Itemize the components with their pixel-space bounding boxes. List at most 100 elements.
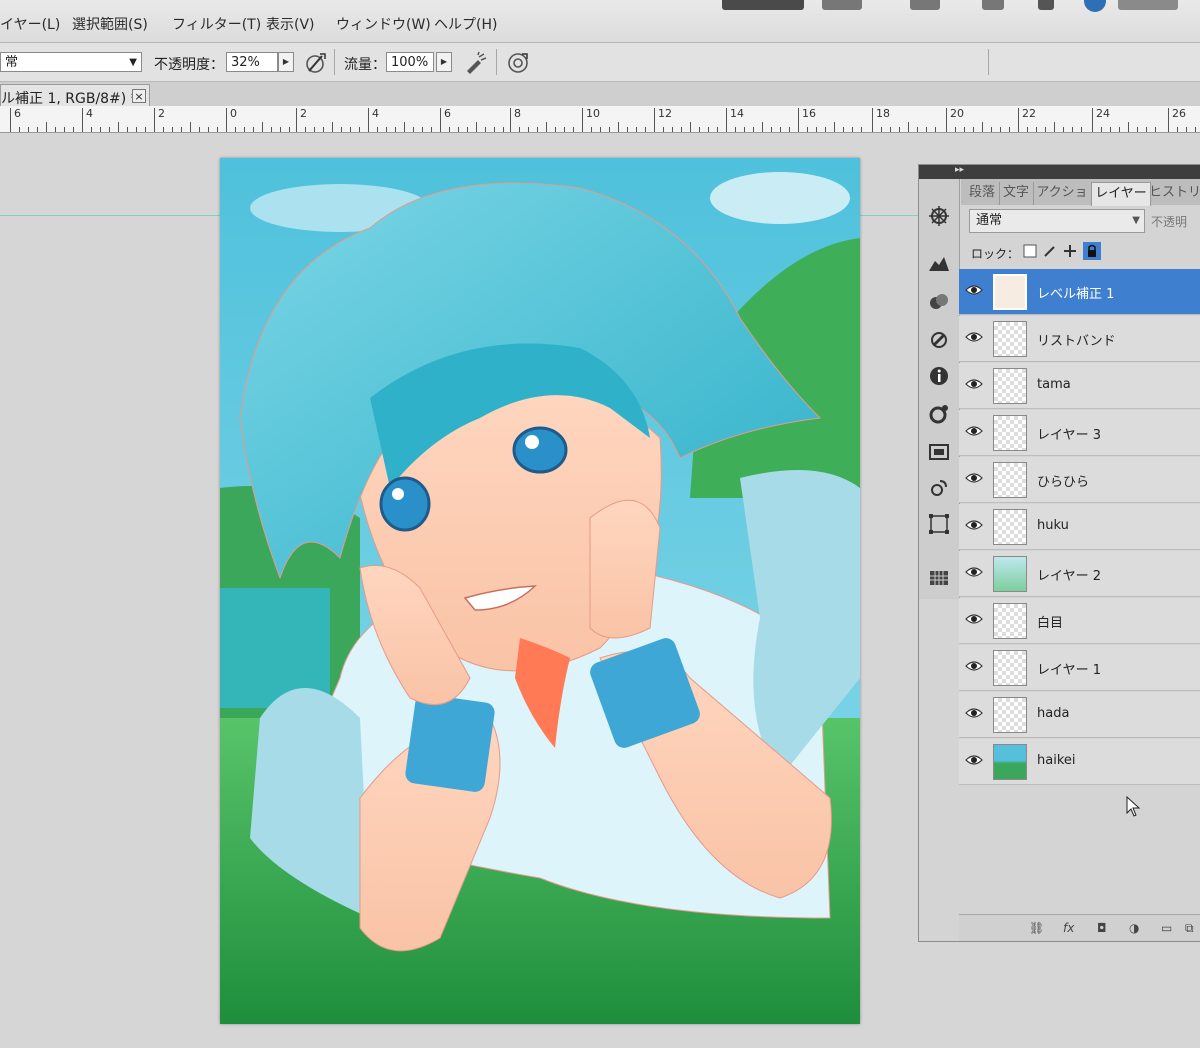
workspace-button-3[interactable] [910,0,940,10]
eye-icon[interactable] [965,283,983,297]
ruler-minor-tick [546,122,547,132]
blend-mode-select[interactable]: 通常 ▼ [969,209,1145,233]
eye-icon[interactable] [965,518,983,532]
ruler-minor-tick [271,127,272,132]
ruler-minor-tick [843,127,844,132]
layer-row[interactable]: レベル補正 1 [959,269,1200,315]
ruler-minor-tick [1137,127,1138,132]
layer-row[interactable]: tama [959,363,1200,409]
adjustment-icon[interactable]: ◑ [1129,921,1139,935]
layer-row[interactable]: ひらひら [959,457,1200,503]
layer-row[interactable]: レイヤー 1 [959,645,1200,691]
opacity-input[interactable]: 32% [226,52,278,72]
ruler-major-tick [1168,108,1169,132]
eye-icon[interactable] [965,659,983,673]
flow-stepper[interactable]: ▶ [436,52,452,72]
color-icon[interactable] [928,291,950,313]
pressure-opacity-icon[interactable] [304,51,328,75]
layer-row[interactable]: huku [959,504,1200,550]
transform-icon[interactable] [928,513,950,535]
mask-icon[interactable]: ◘ [1097,921,1107,935]
ruler-minor-tick [600,127,601,132]
eye-icon[interactable] [965,424,983,438]
grid-icon[interactable] [928,567,950,589]
ruler-minor-tick [172,127,173,132]
navigator-icon[interactable] [928,205,950,227]
menu-select[interactable]: 選択範囲(S) [72,14,148,34]
tab-character[interactable]: 文字 [999,182,1034,205]
close-icon[interactable]: × [132,89,146,103]
masks-icon[interactable] [928,441,950,463]
group-icon[interactable]: ▭ [1161,921,1172,935]
layer-row[interactable]: 白目 [959,598,1200,644]
separator [334,49,335,75]
tab-layers[interactable]: レイヤー [1091,182,1151,206]
layer-name: tama [1037,377,1071,392]
airbrush-icon[interactable] [464,51,488,75]
ruler-minor-tick [413,127,414,132]
ruler-minor-tick [217,127,218,132]
eye-icon[interactable] [965,612,983,626]
pressure-size-icon[interactable] [506,51,530,75]
layer-row[interactable]: レイヤー 2 [959,551,1200,597]
ruler-minor-tick [1186,127,1187,132]
menu-filter[interactable]: フィルター(T) [172,14,261,34]
ruler-minor-tick [735,127,736,132]
layer-row[interactable]: hada [959,692,1200,738]
styles-icon[interactable] [928,403,950,425]
flow-input[interactable]: 100% [386,52,434,72]
histogram-icon[interactable] [928,251,950,273]
layer-row[interactable]: haikei [959,739,1200,785]
opacity-stepper[interactable]: ▶ [278,52,294,72]
workspace-button-2[interactable] [822,0,862,10]
eye-icon[interactable] [965,471,983,485]
ruler-minor-tick [341,127,342,132]
ruler-minor-tick [807,127,808,132]
ruler-label: 14 [730,107,744,120]
cs-live-label[interactable] [1118,0,1178,10]
document-tab[interactable]: ル補正 1, RGB/8#) * × [0,84,150,107]
lock-transparency-icon[interactable] [1023,244,1037,258]
new-layer-icon[interactable]: ⧉ [1185,921,1194,936]
workspace-button[interactable] [722,0,804,10]
lock-all-icon[interactable] [1083,242,1101,260]
fx-icon[interactable]: fx [1063,921,1074,935]
workspace-button-4[interactable] [982,0,1004,10]
layer-thumbnail [993,415,1027,451]
lock-pixels-icon[interactable] [1043,244,1057,258]
cs-live-icon[interactable] [1084,0,1106,12]
ruler-minor-tick [163,127,164,132]
menu-help[interactable]: ヘルプ(H) [434,14,497,34]
ruler-minor-tick [908,122,909,132]
eye-icon[interactable] [965,753,983,767]
eye-icon[interactable] [965,565,983,579]
menu-window[interactable]: ウィンドウ(W) [336,14,431,34]
horizontal-ruler[interactable]: 6 4 2 0 2 4 6 8 10 12 14 16 18 20 22 24 26 [0,106,1200,133]
ruler-label: 4 [372,107,379,120]
ruler-minor-tick [890,127,891,132]
lock-position-icon[interactable] [1063,244,1077,258]
ruler-minor-tick [555,127,556,132]
tab-paragraph[interactable]: 段落 [965,182,1000,205]
menu-layer[interactable]: イヤー(L) [0,14,60,34]
swatches-icon[interactable] [928,329,950,351]
link-icon[interactable]: ⛓ [1029,921,1044,935]
document-tab-title: ル補正 1, RGB/8#) * [1,91,138,107]
tab-history[interactable]: ヒストリ [1149,182,1200,205]
artwork-canvas[interactable] [220,158,860,1024]
info-icon[interactable] [928,365,950,387]
eye-icon[interactable] [965,330,983,344]
collapse-icon[interactable]: ▸▸ [955,165,964,175]
clone-source-icon[interactable] [928,477,950,499]
ruler-minor-tick [332,122,333,132]
eye-icon[interactable] [965,377,983,391]
workspace-more-icon[interactable] [1038,0,1054,10]
tab-actions[interactable]: アクショ [1033,182,1092,205]
menu-view[interactable]: 表示(V) [266,14,315,34]
cloud [710,172,850,224]
ruler-minor-tick [494,127,495,132]
eye-icon[interactable] [965,706,983,720]
layer-row[interactable]: リストバンド [959,316,1200,362]
layer-row[interactable]: レイヤー 3 [959,410,1200,456]
mode-select[interactable]: 常 ▼ [0,52,142,72]
